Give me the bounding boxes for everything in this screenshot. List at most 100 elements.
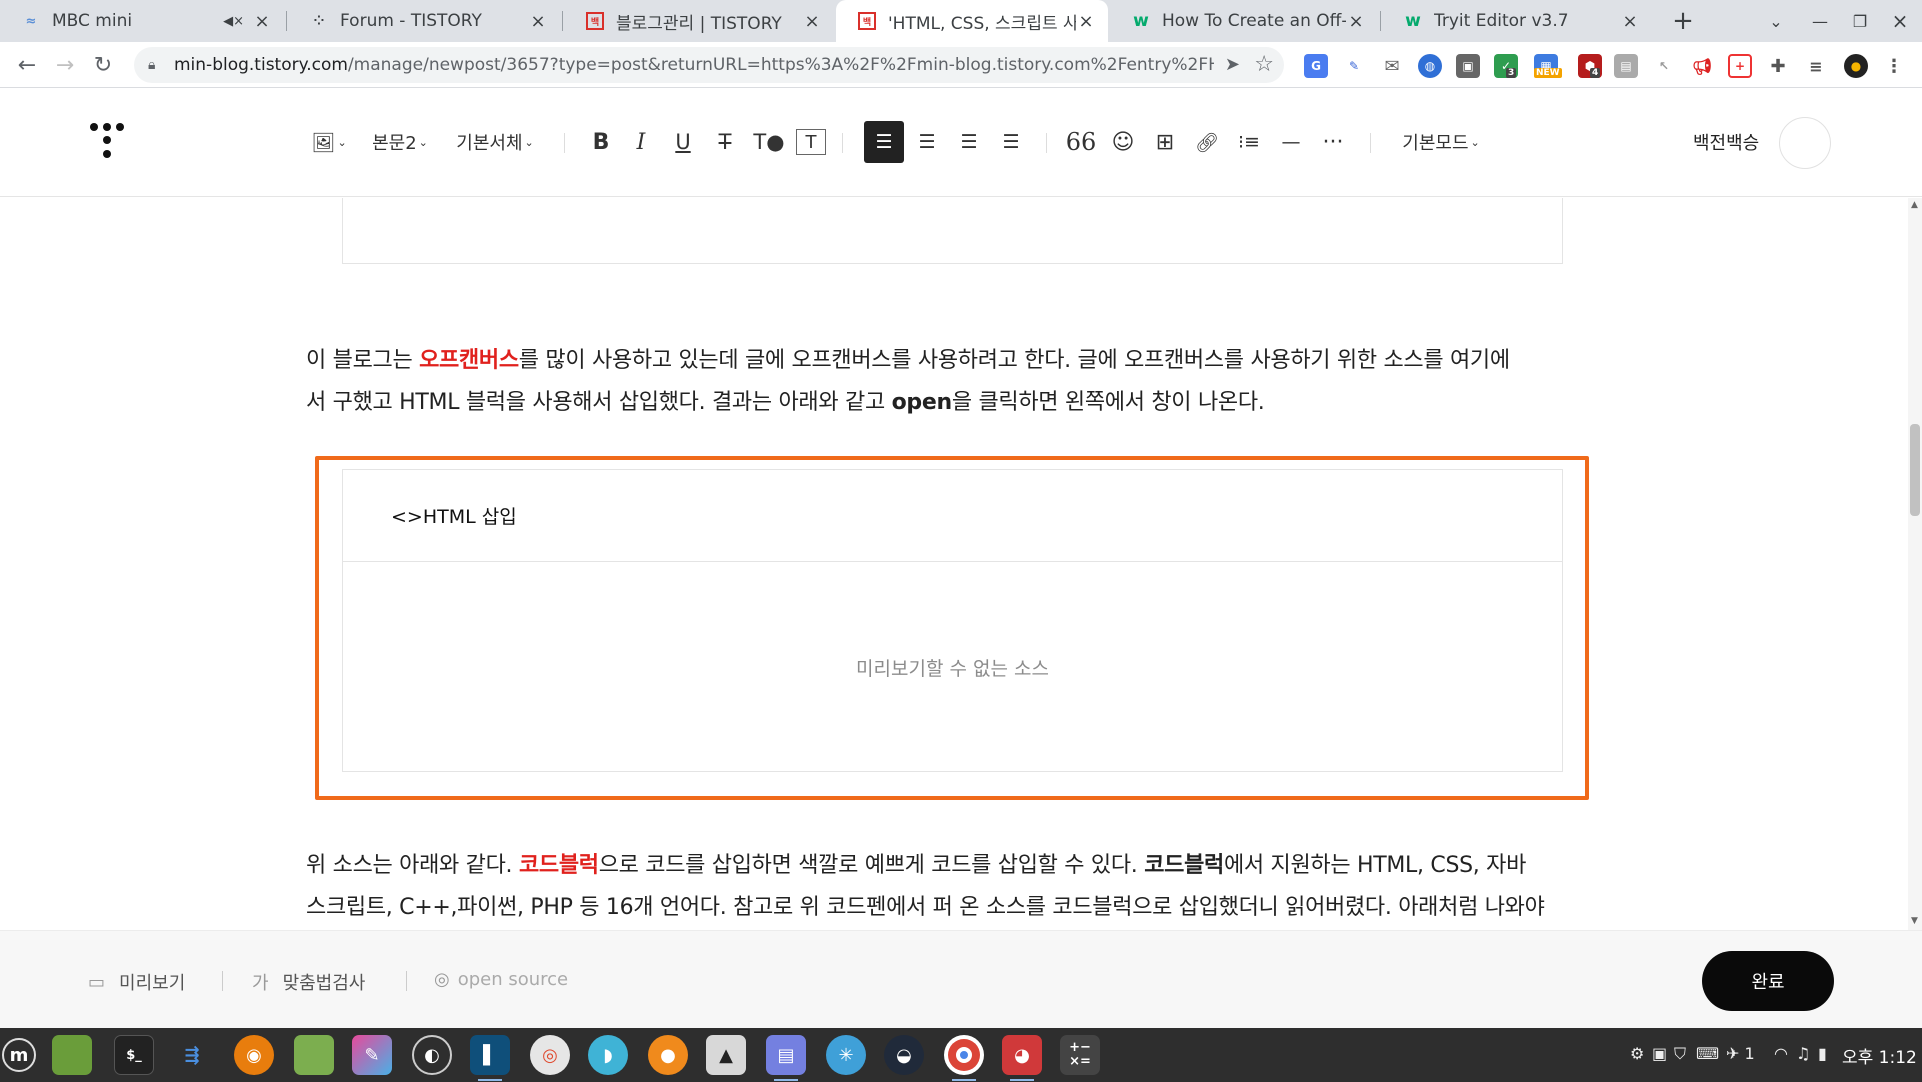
reload-icon[interactable]: ↻ xyxy=(88,50,118,80)
profile-avatar-icon[interactable]: ● xyxy=(1844,54,1868,78)
bookmark-star-icon[interactable]: ☆ xyxy=(1254,52,1274,77)
done-button[interactable]: 완료 xyxy=(1702,951,1834,1011)
notes-icon[interactable]: ▤ xyxy=(766,1035,806,1081)
align-center-icon[interactable]: ☰ xyxy=(912,125,942,159)
notification-tray-icon[interactable]: ✈ 1 xyxy=(1726,1044,1755,1063)
paragraph-style-dropdown[interactable]: 본문2 ⌄ xyxy=(368,125,432,159)
kdenlive-icon[interactable]: ◒ xyxy=(884,1035,924,1075)
puzzle-extensions-icon[interactable]: ✚ xyxy=(1766,54,1790,78)
show-desktop-icon[interactable] xyxy=(52,1035,92,1075)
bulleted-list-icon[interactable]: ⁝≡ xyxy=(1234,125,1264,159)
underline-icon[interactable]: U xyxy=(668,125,698,159)
paragraph-offcanvas-intro[interactable]: 이 블로그는 오프캔버스를 많이 사용하고 있는데 글에 오프캔버스를 사용하려… xyxy=(306,340,1606,424)
align-left-icon[interactable]: ☰ xyxy=(864,121,904,163)
tab-offcanvas-howto[interactable]: w How To Create an Off-C × xyxy=(1110,0,1378,42)
text-background-icon[interactable]: T xyxy=(796,129,826,155)
shield-tray-icon[interactable]: ⛉ xyxy=(1674,1044,1686,1064)
mail-extension-icon[interactable]: ✉ xyxy=(1380,54,1404,78)
keyboard-tray-icon[interactable]: ⌨ xyxy=(1696,1044,1719,1063)
clock[interactable]: 오후 1:12 xyxy=(1842,1043,1917,1068)
close-icon[interactable]: × xyxy=(1620,11,1640,32)
translate-extension-icon[interactable]: G xyxy=(1304,54,1328,78)
previous-html-block[interactable] xyxy=(342,198,1563,264)
inkscape-icon[interactable]: ▲ xyxy=(706,1035,746,1075)
battery-tray-icon[interactable]: ▮ xyxy=(1818,1044,1827,1063)
scroll-up-icon[interactable]: ▲ xyxy=(1911,200,1918,210)
preview-button[interactable]: ▭ 미리보기 xyxy=(88,969,185,995)
clipboard-tray-icon[interactable]: ▣ xyxy=(1652,1044,1667,1063)
emoticon-icon[interactable]: ☺ xyxy=(1108,125,1138,159)
content-scrollbar[interactable]: ▲ ▼ xyxy=(1908,198,1922,930)
volume-tray-icon[interactable]: ♫ xyxy=(1796,1044,1810,1063)
send-tab-icon[interactable]: ➤ xyxy=(1225,54,1240,75)
tab-forum-tistory[interactable]: ⁘ Forum - TISTORY × xyxy=(288,0,560,42)
minimize-button[interactable]: — xyxy=(1800,0,1840,42)
megaphone-extension-icon[interactable]: 📢︎ xyxy=(1690,54,1714,78)
blender-icon[interactable]: ◉ xyxy=(234,1035,274,1075)
mint-menu-icon[interactable]: m xyxy=(2,1038,36,1072)
shotwell-icon[interactable]: ✳ xyxy=(826,1035,866,1075)
window-close-button[interactable]: × xyxy=(1880,0,1920,42)
strikethrough-icon[interactable]: T xyxy=(710,125,740,159)
editor-mode-dropdown[interactable]: 기본모드 ⌄ xyxy=(1396,125,1486,159)
table-icon[interactable]: ⊞ xyxy=(1150,125,1180,159)
tistory-logo[interactable] xyxy=(90,123,130,165)
text-color-icon[interactable]: T● xyxy=(752,125,786,159)
scroll-down-icon[interactable]: ▼ xyxy=(1911,916,1918,926)
firefox-icon[interactable]: ● xyxy=(648,1035,688,1075)
open-source-link[interactable]: ◎ open source xyxy=(434,969,568,990)
close-icon[interactable]: × xyxy=(1076,11,1096,32)
visual-studio-code-icon[interactable]: ⇶ xyxy=(172,1035,212,1075)
security-extension-icon[interactable]: ⬢ 4 xyxy=(1578,54,1602,78)
italic-icon[interactable]: I xyxy=(626,125,656,159)
media-list-icon[interactable]: ≡ xyxy=(1804,54,1828,78)
bold-icon[interactable]: B xyxy=(586,125,616,159)
doc-extension-icon[interactable]: ▤ xyxy=(1614,54,1638,78)
pen-extension-icon[interactable]: ✎ xyxy=(1342,54,1366,78)
gimp-icon[interactable]: ◕ xyxy=(1002,1035,1042,1081)
text-editor-icon[interactable]: ▌ xyxy=(470,1035,510,1081)
quote-icon[interactable]: 66 xyxy=(1066,125,1097,159)
spellcheck-button[interactable]: 가 맞춤법검사 xyxy=(252,969,365,995)
tab-mbc-mini[interactable]: ≈ MBC mini ◀× × xyxy=(0,0,284,42)
align-right-icon[interactable]: ☰ xyxy=(954,125,984,159)
close-icon[interactable]: × xyxy=(802,11,822,32)
shield-extension-icon[interactable]: ✓ 3 xyxy=(1494,54,1518,78)
calculator-icon[interactable]: +− ×= xyxy=(1060,1035,1100,1075)
paragraph-codeblock[interactable]: 위 소스는 아래와 같다. 코드블럭으로 코드를 삽입하면 색깔로 예쁘게 코드… xyxy=(306,845,1606,929)
link-icon[interactable]: 🔗︎ xyxy=(1192,125,1222,159)
more-options-icon[interactable]: ··· xyxy=(1318,125,1348,159)
chrome-icon[interactable] xyxy=(944,1035,984,1081)
avatar[interactable] xyxy=(1779,117,1831,169)
font-family-dropdown[interactable]: 기본서체 ⌄ xyxy=(450,125,540,159)
network-tray-icon[interactable]: ⚙︎ xyxy=(1630,1044,1644,1063)
new-tab-button[interactable]: + xyxy=(1668,0,1698,42)
html-insert-block[interactable]: <>HTML 삽입 미리보기할 수 없는 소스 xyxy=(342,469,1563,772)
new-extension-icon[interactable]: ▦ NEW xyxy=(1534,54,1562,78)
align-justify-icon[interactable]: ☰ xyxy=(996,125,1026,159)
tab-tryit-editor[interactable]: w Tryit Editor v3.7 × xyxy=(1382,0,1652,42)
krita-icon[interactable]: ✎ xyxy=(352,1035,392,1075)
globe-extension-icon[interactable]: ◍ xyxy=(1418,54,1442,78)
close-icon[interactable]: × xyxy=(252,11,272,32)
insert-image-button[interactable]: 🖼︎ ⌄ xyxy=(306,125,352,159)
tab-blog-manage[interactable]: 백 블로그관리 | TISTORY × xyxy=(564,0,834,42)
close-icon[interactable]: × xyxy=(528,11,548,32)
scrollbar-thumb[interactable] xyxy=(1910,424,1920,516)
plus-extension-icon[interactable]: + xyxy=(1728,54,1752,78)
terminal-icon[interactable]: $_ xyxy=(114,1035,154,1075)
lock-icon[interactable]: 🔒︎ xyxy=(148,57,168,73)
obs-studio-icon[interactable]: ◐ xyxy=(412,1035,452,1075)
user-name[interactable]: 백전백승 xyxy=(1693,129,1759,155)
file-manager-icon[interactable] xyxy=(294,1035,334,1075)
close-icon[interactable]: × xyxy=(1346,11,1366,32)
horizontal-line-icon[interactable]: — xyxy=(1276,125,1306,159)
back-arrow-icon[interactable]: ← xyxy=(12,50,42,80)
editor-content[interactable]: 이 블로그는 오프캔버스를 많이 사용하고 있는데 글에 오프캔버스를 사용하려… xyxy=(0,198,1908,930)
inkscape-alt-icon[interactable]: ◗ xyxy=(588,1035,628,1075)
wifi-tray-icon[interactable]: ◠ xyxy=(1774,1044,1788,1063)
url-text[interactable]: min-blog.tistory.com/manage/newpost/3657… xyxy=(174,55,1214,75)
cursor-extension-icon[interactable]: ↖ xyxy=(1652,54,1676,78)
capture-extension-icon[interactable]: ▣ xyxy=(1456,54,1480,78)
speaker-muted-icon[interactable]: ◀× xyxy=(223,14,244,29)
